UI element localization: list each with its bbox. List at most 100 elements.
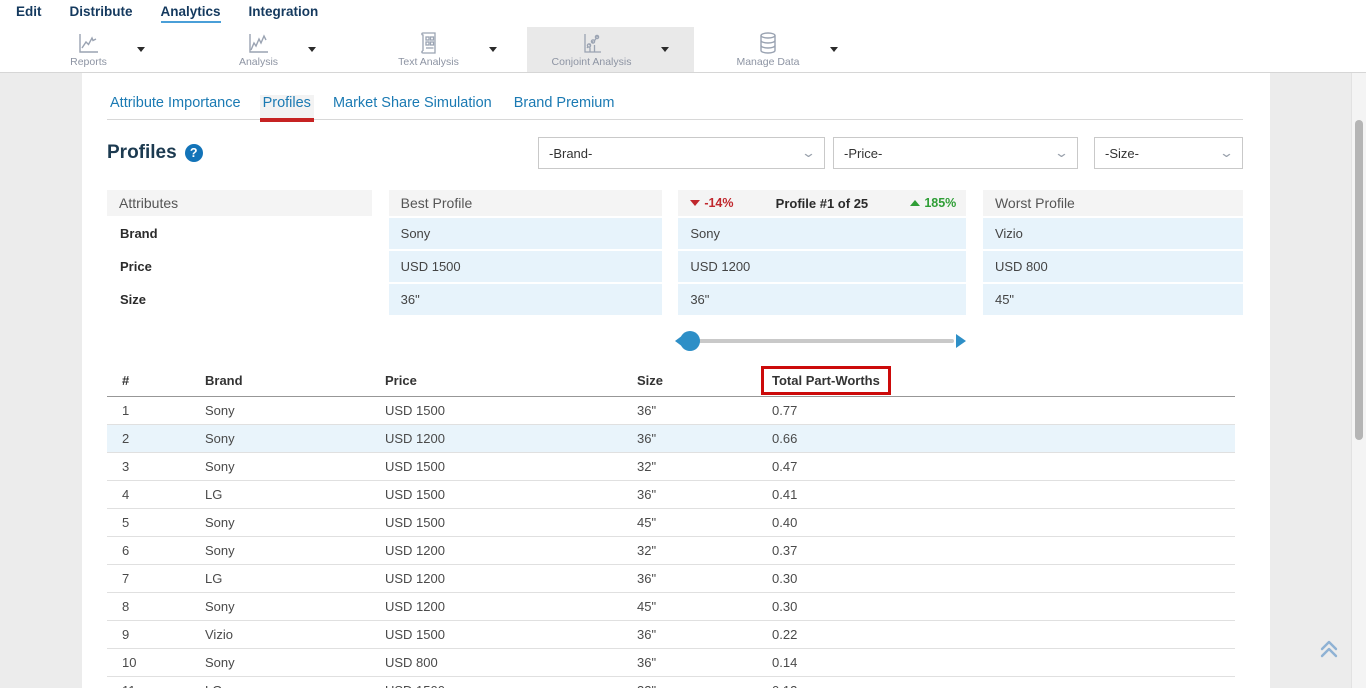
chevron-down-icon[interactable]: [830, 47, 838, 52]
table-cell-num: 7: [107, 564, 205, 592]
table-cell-size: 45": [637, 592, 772, 620]
table-cell-total: 0.30: [772, 592, 1235, 620]
scrollbar-thumb[interactable]: [1355, 120, 1363, 440]
size-filter-dropdown[interactable]: -Size- ⌄: [1094, 137, 1243, 169]
profile-slider: [678, 330, 966, 352]
vertical-scrollbar[interactable]: [1351, 73, 1366, 688]
tab-brand-premium[interactable]: Brand Premium: [511, 95, 618, 119]
table-cell-num: 6: [107, 536, 205, 564]
table-row[interactable]: 5SonyUSD 150045"0.40: [107, 508, 1235, 536]
menu-item-distribute[interactable]: Distribute: [70, 4, 133, 23]
column-header-size[interactable]: Size: [637, 366, 772, 396]
slider-track[interactable]: [680, 339, 954, 343]
help-icon[interactable]: ?: [185, 144, 203, 162]
toolbar-item-reports[interactable]: Reports: [30, 27, 185, 72]
chevron-down-icon: ⌄: [1054, 145, 1069, 161]
table-cell-brand: Sony: [205, 648, 385, 676]
content-card: Attribute Importance Profiles Market Sha…: [82, 73, 1270, 688]
table-cell-brand: LG: [205, 564, 385, 592]
chevron-down-icon[interactable]: [137, 47, 145, 52]
trend-chart-icon: [246, 31, 270, 55]
table-header-row: # Brand Price Size Total Part-Worths: [107, 366, 1235, 396]
table-cell-num: 1: [107, 396, 205, 424]
table-cell-price: USD 1500: [385, 676, 637, 688]
toolbar-item-text-analysis[interactable]: Text Analysis: [370, 27, 525, 72]
decrease-badge: -14%: [690, 196, 733, 210]
table-row[interactable]: 3SonyUSD 150032"0.47: [107, 452, 1235, 480]
current-profile-brand: Sony: [678, 218, 966, 249]
table-cell-price: USD 1500: [385, 620, 637, 648]
database-icon: [756, 31, 780, 55]
slider-next-arrow-icon[interactable]: [956, 334, 966, 348]
toolbar-item-label: Manage Data: [736, 56, 799, 68]
document-grid-icon: [416, 31, 440, 55]
table-row[interactable]: 6SonyUSD 120032"0.37: [107, 536, 1235, 564]
table-cell-brand: Sony: [205, 452, 385, 480]
table-cell-price: USD 800: [385, 648, 637, 676]
increase-badge: 185%: [910, 196, 956, 210]
filter-bar: -Brand- ⌄ -Price- ⌄ -Size- ⌄: [538, 137, 1243, 169]
toolbar-item-analysis[interactable]: Analysis: [200, 27, 355, 72]
chevron-down-icon[interactable]: [661, 47, 669, 52]
chevron-down-icon[interactable]: [489, 47, 497, 52]
table-row[interactable]: 10SonyUSD 80036"0.14: [107, 648, 1235, 676]
table-cell-num: 11: [107, 676, 205, 688]
attributes-header: Attributes: [107, 190, 372, 216]
table-cell-size: 32": [637, 676, 772, 688]
table-cell-brand: Sony: [205, 396, 385, 424]
table-row[interactable]: 8SonyUSD 120045"0.30: [107, 592, 1235, 620]
line-chart-icon: [76, 31, 100, 55]
attributes-panel: Attributes Brand Price Size: [107, 190, 372, 315]
table-row[interactable]: 1SonyUSD 150036"0.77: [107, 396, 1235, 424]
scatter-chart-icon: [580, 31, 604, 55]
table-row[interactable]: 9VizioUSD 150036"0.22: [107, 620, 1235, 648]
analytics-toolbar: Reports Analysis Text Analysis: [0, 27, 1366, 73]
column-header-num[interactable]: #: [107, 366, 205, 396]
profile-comparison: Attributes Brand Price Size Best Profile…: [107, 190, 1243, 352]
table-row[interactable]: 2SonyUSD 120036"0.66: [107, 424, 1235, 452]
price-filter-dropdown[interactable]: -Price- ⌄: [833, 137, 1078, 169]
dropdown-value: -Brand-: [549, 146, 592, 161]
table-cell-total: 0.40: [772, 508, 1235, 536]
conjoint-subtabs: Attribute Importance Profiles Market Sha…: [107, 95, 1243, 120]
column-header-total-part-worths[interactable]: Total Part-Worths: [772, 366, 1235, 396]
chevron-down-icon[interactable]: [308, 47, 316, 52]
toolbar-item-label: Text Analysis: [398, 56, 459, 68]
menu-item-edit[interactable]: Edit: [16, 4, 42, 23]
column-header-price[interactable]: Price: [385, 366, 637, 396]
brand-filter-dropdown[interactable]: -Brand- ⌄: [538, 137, 825, 169]
menu-item-analytics[interactable]: Analytics: [161, 4, 221, 23]
worst-profile-panel: Worst Profile Vizio USD 800 45": [983, 190, 1243, 315]
table-cell-brand: Sony: [205, 592, 385, 620]
table-row[interactable]: 4LGUSD 150036"0.41: [107, 480, 1235, 508]
tab-attribute-importance[interactable]: Attribute Importance: [107, 95, 244, 119]
top-menu-bar: Edit Distribute Analytics Integration: [0, 0, 1366, 27]
best-profile-price: USD 1500: [389, 251, 662, 282]
table-cell-total: 0.66: [772, 424, 1235, 452]
tab-market-share-simulation[interactable]: Market Share Simulation: [330, 95, 495, 119]
table-cell-size: 36": [637, 564, 772, 592]
scroll-to-top-button[interactable]: [1316, 638, 1342, 665]
table-row[interactable]: 11LGUSD 150032"0.12: [107, 676, 1235, 688]
table-cell-size: 36": [637, 648, 772, 676]
current-profile-header: -14% Profile #1 of 25 185%: [678, 190, 966, 216]
table-row[interactable]: 7LGUSD 120036"0.30: [107, 564, 1235, 592]
table-cell-price: USD 1500: [385, 452, 637, 480]
table-cell-price: USD 1200: [385, 564, 637, 592]
table-cell-total: 0.77: [772, 396, 1235, 424]
table-cell-brand: Sony: [205, 424, 385, 452]
tab-profiles[interactable]: Profiles: [260, 95, 314, 119]
table-cell-num: 4: [107, 480, 205, 508]
table-cell-size: 36": [637, 480, 772, 508]
slider-handle[interactable]: [680, 331, 700, 351]
dropdown-value: -Price-: [844, 146, 882, 161]
toolbar-item-manage-data[interactable]: Manage Data: [709, 27, 865, 72]
menu-item-integration[interactable]: Integration: [249, 4, 319, 23]
column-header-brand[interactable]: Brand: [205, 366, 385, 396]
table-cell-total: 0.47: [772, 452, 1235, 480]
annotation-box: Total Part-Worths: [761, 366, 891, 395]
table-cell-brand: LG: [205, 676, 385, 688]
worst-profile-size: 45": [983, 284, 1243, 315]
toolbar-item-conjoint-analysis[interactable]: Conjoint Analysis: [527, 27, 694, 72]
chevron-down-icon: ⌄: [801, 145, 816, 161]
